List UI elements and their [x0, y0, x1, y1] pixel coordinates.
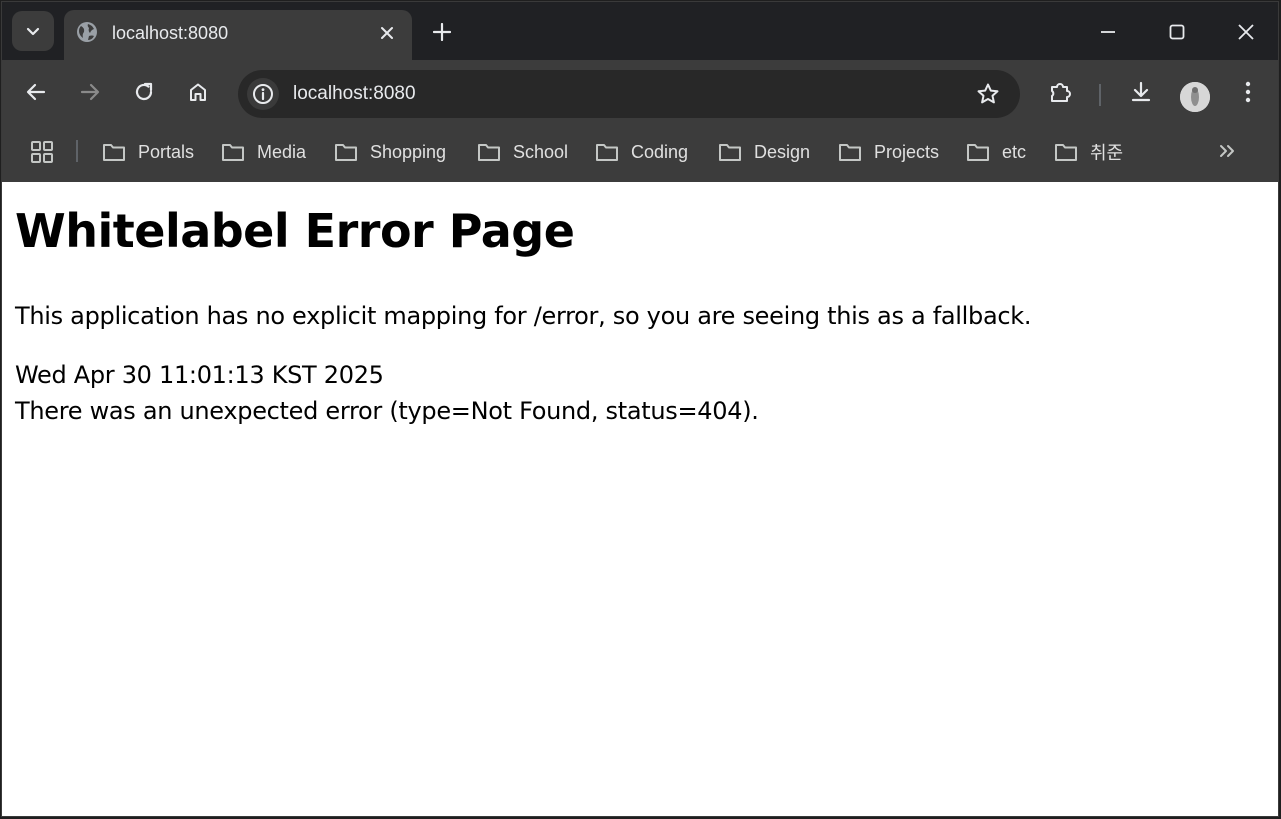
- profile-avatar[interactable]: [1180, 82, 1210, 112]
- folder-icon: [478, 144, 500, 161]
- folder-icon: [839, 144, 861, 161]
- bookmark-label: Design: [754, 141, 811, 162]
- new-tab-button[interactable]: [426, 16, 458, 48]
- plus-icon: [433, 23, 451, 41]
- bookmark-star-button[interactable]: [974, 80, 1002, 108]
- globe-icon: [77, 22, 97, 42]
- maximize-button[interactable]: [1154, 10, 1200, 54]
- url-text[interactable]: localhost:8080: [293, 83, 416, 105]
- download-icon: [1131, 81, 1151, 102]
- error-details: There was an unexpected error (type=Not …: [15, 397, 759, 425]
- toolbar: localhost:8080: [2, 60, 1278, 122]
- bookmark-folder-school[interactable]: School: [477, 137, 568, 167]
- tab-strip: localhost:8080: [2, 2, 1278, 62]
- arrow-left-icon: [26, 83, 46, 101]
- bookmark-label: Media: [257, 141, 307, 162]
- more-vert-icon: [1245, 81, 1251, 103]
- arrow-right-icon: [80, 83, 100, 101]
- menu-button[interactable]: [1230, 74, 1266, 110]
- browser-window: localhost:8080 localhost:8080 Portals Me…: [1, 1, 1279, 817]
- folder-icon: [335, 144, 357, 161]
- info-icon: [253, 84, 273, 104]
- extensions-button[interactable]: [1043, 74, 1079, 110]
- chevron-down-icon: [26, 27, 40, 36]
- bookmark-label: School: [513, 141, 569, 162]
- folder-icon: [222, 144, 244, 161]
- toolbar-divider: [1099, 84, 1101, 106]
- bookmarks-bar: Portals Media Shopping School Coding Des…: [2, 122, 1278, 182]
- folder-icon: [596, 144, 618, 161]
- back-button[interactable]: [18, 74, 54, 110]
- bookmark-label: Portals: [138, 141, 195, 162]
- bookmark-label: Shopping: [370, 141, 447, 162]
- tab-title: localhost:8080: [112, 23, 229, 43]
- folder-icon: [967, 144, 989, 161]
- bookmarks-separator: [76, 140, 78, 162]
- page-title: Whitelabel Error Page: [15, 204, 575, 258]
- close-window-button[interactable]: [1223, 10, 1269, 54]
- bookmark-folder-projects[interactable]: Projects: [838, 137, 939, 167]
- error-explanation: This application has no explicit mapping…: [15, 302, 1032, 330]
- bookmark-label: 취준: [1090, 143, 1124, 163]
- folder-icon: [1055, 144, 1077, 161]
- address-bar[interactable]: localhost:8080: [238, 70, 1020, 118]
- bookmark-folder-shopping[interactable]: Shopping: [334, 137, 446, 167]
- bookmark-label: etc: [1002, 141, 1027, 162]
- apps-grid-icon[interactable]: [30, 140, 54, 164]
- forward-button[interactable]: [72, 74, 108, 110]
- bookmark-folder-etc[interactable]: etc: [966, 137, 1026, 167]
- home-icon: [190, 83, 206, 101]
- error-timestamp: Wed Apr 30 11:01:13 KST 2025: [15, 361, 384, 389]
- reload-button[interactable]: [126, 74, 162, 110]
- maximize-icon: [1169, 24, 1185, 40]
- avatar-image: [1180, 82, 1210, 112]
- bookmark-label: Projects: [874, 141, 940, 162]
- folder-icon: [103, 144, 125, 161]
- tab-close-button[interactable]: [374, 20, 400, 46]
- reload-icon: [135, 82, 153, 101]
- page-content: Whitelabel Error Page This application h…: [2, 182, 1278, 816]
- bookmark-label: Coding: [631, 141, 689, 162]
- more-bookmarks-button[interactable]: [1214, 138, 1240, 164]
- minimize-button[interactable]: [1085, 10, 1131, 54]
- close-icon: [1238, 24, 1254, 40]
- tab-active[interactable]: localhost:8080: [64, 10, 412, 62]
- bookmark-folder-job-prep[interactable]: 취준: [1054, 137, 1123, 167]
- minimize-icon: [1101, 31, 1115, 33]
- bookmark-folder-coding[interactable]: Coding: [595, 137, 688, 167]
- tab-search-button[interactable]: [12, 11, 54, 51]
- bookmark-folder-portals[interactable]: Portals: [102, 137, 194, 167]
- close-icon: [381, 27, 393, 39]
- puzzle-icon: [1051, 83, 1071, 102]
- folder-icon: [719, 144, 741, 161]
- bookmark-folder-media[interactable]: Media: [221, 137, 306, 167]
- bookmark-folder-design[interactable]: Design: [718, 137, 810, 167]
- home-button[interactable]: [180, 74, 216, 110]
- double-chevron-right-icon: [1220, 145, 1234, 157]
- star-icon: [977, 83, 999, 104]
- downloads-button[interactable]: [1123, 74, 1159, 110]
- site-info-button[interactable]: [247, 78, 279, 110]
